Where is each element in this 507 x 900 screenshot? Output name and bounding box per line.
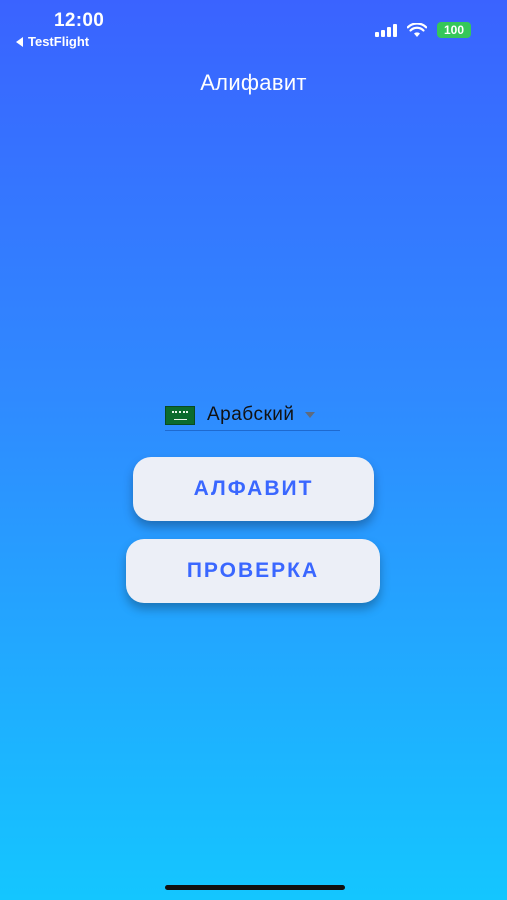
back-to-app-link[interactable]: TestFlight — [16, 34, 89, 49]
status-indicators: 100 — [375, 22, 471, 38]
wifi-icon — [407, 22, 427, 37]
language-label: Арабский — [207, 404, 295, 425]
battery-icon: 100 — [437, 22, 471, 38]
language-dropdown[interactable]: Арабский — [165, 400, 340, 431]
status-time: 12:00 — [54, 10, 105, 31]
signal-icon — [375, 23, 397, 37]
saudi-arabia-flag-icon — [165, 405, 195, 425]
home-indicator[interactable] — [165, 885, 345, 890]
back-arrow-icon — [16, 36, 23, 47]
chevron-down-icon — [304, 412, 315, 418]
page-title: Алифавит — [200, 70, 307, 95]
check-button[interactable]: ПРОВЕРКА — [126, 539, 380, 603]
back-app-label: TestFlight — [28, 34, 90, 49]
status-bar: 12:00 TestFlight 100 — [0, 0, 507, 56]
alphabet-button[interactable]: АЛФАВИТ — [133, 457, 374, 521]
